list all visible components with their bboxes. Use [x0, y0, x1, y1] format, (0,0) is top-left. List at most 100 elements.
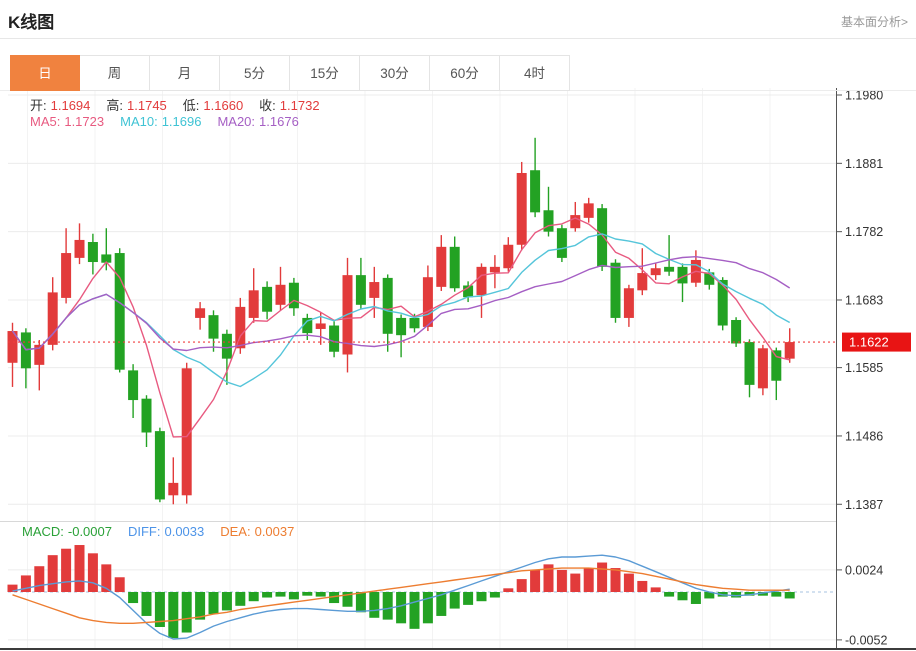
period-tab-30分[interactable]: 30分 [360, 55, 430, 91]
macd-bar[interactable] [235, 592, 245, 606]
candle[interactable] [61, 228, 71, 303]
period-tab-周[interactable]: 周 [80, 55, 150, 91]
period-tab-15分[interactable]: 15分 [290, 55, 360, 91]
candle[interactable] [530, 138, 540, 217]
candle[interactable] [48, 277, 58, 350]
macd-bar[interactable] [115, 577, 125, 592]
macd-bar[interactable] [356, 592, 366, 612]
macd-bar[interactable] [731, 592, 741, 598]
candle[interactable] [477, 263, 487, 318]
macd-bar[interactable] [48, 555, 58, 592]
candle[interactable] [678, 263, 688, 302]
candle[interactable] [396, 314, 406, 357]
macd-bar[interactable] [664, 592, 674, 597]
macd-bar[interactable] [490, 592, 500, 598]
macd-bar[interactable] [34, 566, 44, 592]
candle[interactable] [329, 321, 339, 357]
candle[interactable] [745, 339, 755, 397]
legend-label: 开: [30, 98, 47, 113]
period-tab-4时[interactable]: 4时 [500, 55, 570, 91]
macd-bar[interactable] [369, 592, 379, 618]
macd-bar[interactable] [168, 592, 178, 638]
macd-bar[interactable] [61, 549, 71, 592]
candle[interactable] [142, 395, 152, 447]
macd-bar[interactable] [584, 568, 594, 592]
macd-bar[interactable] [570, 574, 580, 592]
macd-bar[interactable] [410, 592, 420, 629]
candle[interactable] [611, 259, 621, 322]
candle[interactable] [101, 228, 111, 270]
candle[interactable] [785, 328, 795, 363]
candle[interactable] [637, 248, 647, 295]
candle[interactable] [356, 258, 366, 309]
macd-bar[interactable] [88, 553, 98, 592]
candle[interactable] [450, 236, 460, 291]
candle[interactable] [155, 428, 165, 503]
macd-bar[interactable] [302, 592, 312, 596]
candle[interactable] [651, 263, 661, 280]
macd-bar[interactable] [75, 545, 85, 592]
macd-bar[interactable] [450, 592, 460, 609]
macd-bar[interactable] [222, 592, 232, 610]
period-tab-60分[interactable]: 60分 [430, 55, 500, 91]
macd-bar[interactable] [557, 570, 567, 592]
candle[interactable] [597, 204, 607, 271]
candle[interactable] [88, 234, 98, 275]
candle[interactable] [544, 187, 554, 237]
macd-bar[interactable] [396, 592, 406, 623]
macd-bar[interactable] [597, 563, 607, 592]
macd-bar[interactable] [624, 574, 634, 592]
candle-body [356, 275, 366, 305]
macd-bar[interactable] [142, 592, 152, 616]
candle[interactable] [115, 248, 125, 372]
macd-bar[interactable] [530, 570, 540, 592]
candle[interactable] [75, 223, 85, 264]
macd-bar[interactable] [785, 592, 795, 598]
candle[interactable] [249, 268, 259, 323]
candle[interactable] [168, 457, 178, 504]
candle[interactable] [664, 235, 674, 276]
macd-bar[interactable] [477, 592, 487, 601]
candle[interactable] [557, 225, 567, 262]
macd-bar[interactable] [249, 592, 259, 601]
macd-bar[interactable] [771, 592, 781, 597]
candle[interactable] [128, 364, 138, 418]
candle[interactable] [182, 363, 192, 504]
candle[interactable] [262, 281, 272, 319]
macd-bar[interactable] [503, 588, 513, 592]
period-tab-5分[interactable]: 5分 [220, 55, 290, 91]
macd-bar[interactable] [651, 587, 661, 592]
candle[interactable] [209, 310, 219, 351]
period-tab-月[interactable]: 月 [150, 55, 220, 91]
candle[interactable] [8, 323, 18, 387]
macd-bar[interactable] [463, 592, 473, 605]
macd-bar[interactable] [423, 592, 433, 623]
period-tab-日[interactable]: 日 [10, 55, 80, 91]
legend-label: 收: [259, 98, 276, 113]
candle[interactable] [570, 202, 580, 232]
macd-bar[interactable] [128, 592, 138, 603]
candle[interactable] [276, 267, 286, 310]
macd-bar[interactable] [262, 592, 272, 598]
macd-bar[interactable] [209, 592, 219, 614]
candle[interactable] [490, 255, 500, 288]
candle[interactable] [691, 250, 701, 287]
candle[interactable] [517, 162, 527, 250]
macd-bar[interactable] [691, 592, 701, 604]
candle[interactable] [624, 285, 634, 327]
macd-bar[interactable] [637, 581, 647, 592]
macd-bar[interactable] [678, 592, 688, 600]
candle[interactable] [758, 345, 768, 395]
macd-bar[interactable] [182, 592, 192, 633]
macd-bar[interactable] [316, 592, 326, 597]
candle[interactable] [436, 235, 446, 291]
candle[interactable] [21, 328, 31, 388]
macd-bar[interactable] [517, 579, 527, 592]
macd-bar[interactable] [383, 592, 393, 620]
macd-bar[interactable] [611, 568, 621, 592]
candle[interactable] [195, 302, 205, 330]
candle[interactable] [584, 198, 594, 223]
candle[interactable] [383, 274, 393, 351]
macd-bar[interactable] [276, 592, 286, 597]
macd-bar[interactable] [289, 592, 299, 599]
